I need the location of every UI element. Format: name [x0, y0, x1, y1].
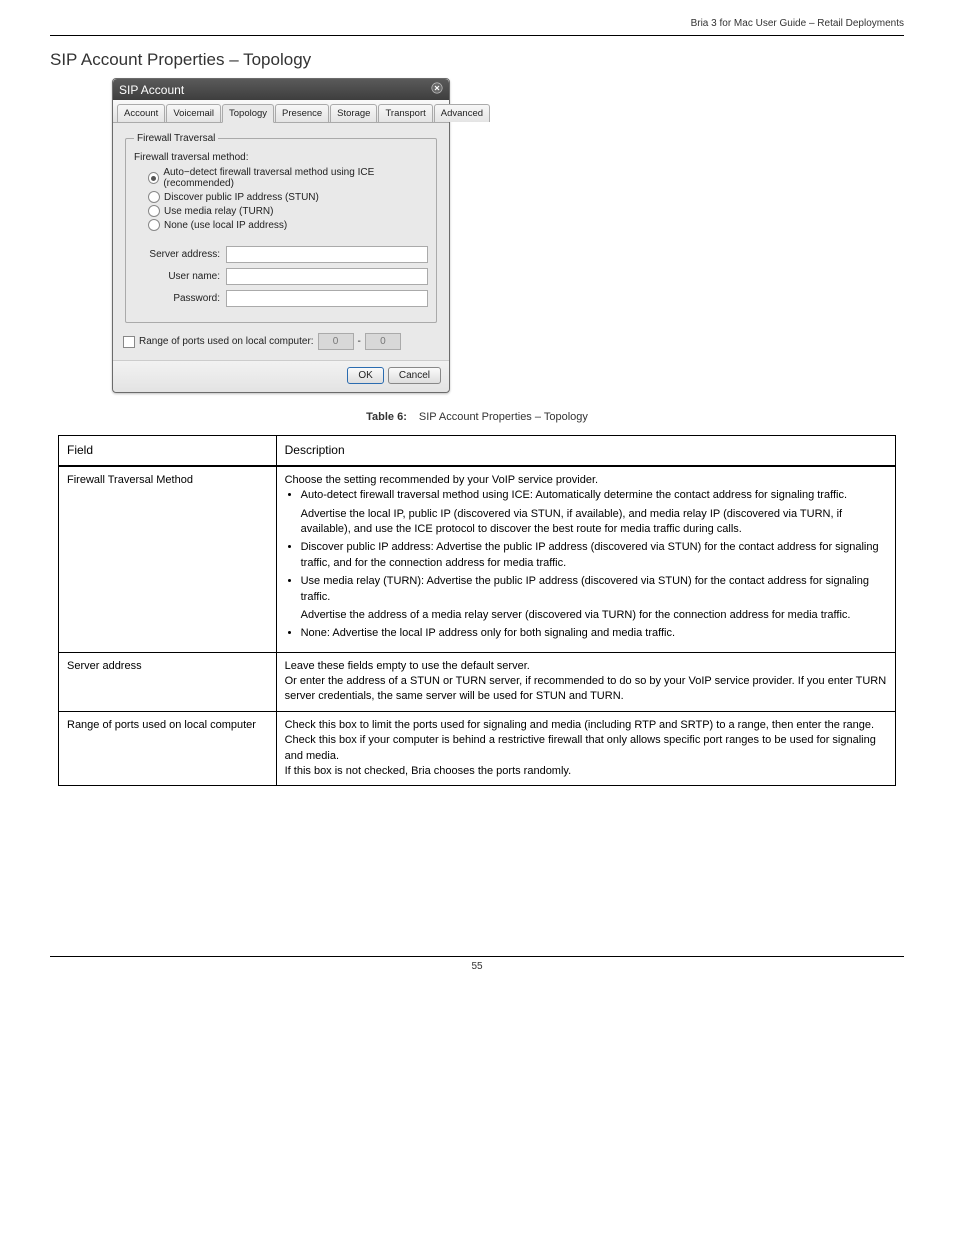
table-row: Range of ports used on local computer Ch… [59, 711, 896, 786]
bullet-item: None: Advertise the local IP address onl… [301, 626, 887, 641]
tab-bar: Account Voicemail Topology Presence Stor… [113, 100, 449, 123]
bullet-item: Advertise the local IP, public IP (disco… [301, 507, 887, 538]
desc-bullets: Auto-detect firewall traversal method us… [285, 488, 887, 642]
col-header-field: Field [59, 436, 277, 466]
radio-label: Use media relay (TURN) [164, 206, 273, 217]
radio-icon [148, 219, 160, 231]
radio-option-turn[interactable]: Use media relay (TURN) [148, 205, 428, 217]
footer-rule [50, 956, 904, 957]
bullet-item: Discover public IP address: Advertise th… [301, 540, 887, 571]
close-icon[interactable] [431, 82, 443, 97]
caption-label: Table 6: [366, 411, 407, 423]
desc-line: Choose the setting recommended by your V… [285, 473, 887, 488]
cancel-button[interactable]: Cancel [388, 367, 441, 384]
dialog-title: SIP Account [119, 83, 184, 97]
cell-field: Range of ports used on local computer [59, 711, 277, 786]
table-caption: Table 6: SIP Account Properties – Topolo… [58, 411, 896, 423]
server-address-input[interactable] [226, 246, 428, 263]
caption-title: SIP Account Properties – Topology [419, 411, 588, 423]
port-dash: - [358, 336, 361, 347]
ok-button[interactable]: OK [347, 367, 383, 384]
page-header: Bria 3 for Mac User Guide – Retail Deplo… [50, 18, 904, 29]
radio-label: None (use local IP address) [164, 220, 287, 231]
sip-account-dialog: SIP Account Account Voicemail Topology P… [112, 78, 450, 393]
port-range-label: Range of ports used on local computer: [139, 336, 314, 347]
col-header-desc: Description [276, 436, 895, 466]
password-input[interactable] [226, 290, 428, 307]
desc-line: Check this box to limit the ports used f… [285, 718, 887, 733]
username-input[interactable] [226, 268, 428, 285]
tab-voicemail[interactable]: Voicemail [166, 104, 221, 122]
radio-option-stun[interactable]: Discover public IP address (STUN) [148, 191, 428, 203]
port-to-input[interactable]: 0 [365, 333, 401, 350]
username-label: User name: [134, 271, 220, 282]
firewall-traversal-fieldset: Firewall Traversal Firewall traversal me… [125, 133, 437, 323]
tab-storage[interactable]: Storage [330, 104, 377, 122]
radio-label: Auto−detect firewall traversal method us… [163, 167, 428, 189]
method-label: Firewall traversal method: [134, 152, 428, 163]
dialog-buttons: OK Cancel [113, 360, 449, 392]
tab-presence[interactable]: Presence [275, 104, 329, 122]
desc-line: If this box is not checked, Bria chooses… [285, 764, 887, 779]
page-number: 55 [50, 961, 904, 972]
tab-advanced[interactable]: Advanced [434, 104, 490, 122]
radio-option-ice[interactable]: Auto−detect firewall traversal method us… [148, 167, 428, 189]
cell-field: Server address [59, 652, 277, 711]
desc-line: Leave these fields empty to use the defa… [285, 659, 887, 674]
radio-icon [148, 191, 160, 203]
cell-desc: Leave these fields empty to use the defa… [276, 652, 895, 711]
bullet-item: Auto-detect firewall traversal method us… [301, 488, 887, 503]
properties-table: Field Description Firewall Traversal Met… [58, 435, 896, 786]
port-range-checkbox[interactable] [123, 336, 135, 348]
port-from-input[interactable]: 0 [318, 333, 354, 350]
radio-icon [148, 172, 159, 184]
radio-option-none[interactable]: None (use local IP address) [148, 219, 428, 231]
table-row: Firewall Traversal Method Choose the set… [59, 466, 896, 652]
port-range-row: Range of ports used on local computer: 0… [123, 333, 439, 350]
section-title: SIP Account Properties – Topology [50, 50, 904, 70]
cell-desc: Check this box to limit the ports used f… [276, 711, 895, 786]
password-label: Password: [134, 293, 220, 304]
radio-icon [148, 205, 160, 217]
password-row: Password: [134, 290, 428, 307]
desc-line: Check this box if your computer is behin… [285, 733, 887, 764]
dialog-titlebar: SIP Account [113, 79, 449, 100]
server-address-row: Server address: [134, 246, 428, 263]
cell-desc: Choose the setting recommended by your V… [276, 466, 895, 652]
tab-account[interactable]: Account [117, 104, 165, 122]
username-row: User name: [134, 268, 428, 285]
bullet-item: Advertise the address of a media relay s… [301, 608, 887, 623]
radio-label: Discover public IP address (STUN) [164, 192, 319, 203]
dialog-body: Firewall Traversal Firewall traversal me… [113, 123, 449, 360]
desc-line: Or enter the address of a STUN or TURN s… [285, 674, 887, 705]
header-rule [50, 35, 904, 36]
tab-topology[interactable]: Topology [222, 104, 274, 123]
tab-transport[interactable]: Transport [378, 104, 432, 122]
cell-field: Firewall Traversal Method [59, 466, 277, 652]
bullet-item: Use media relay (TURN): Advertise the pu… [301, 574, 887, 605]
table-row: Server address Leave these fields empty … [59, 652, 896, 711]
server-address-label: Server address: [134, 249, 220, 260]
fieldset-legend: Firewall Traversal [134, 133, 218, 144]
